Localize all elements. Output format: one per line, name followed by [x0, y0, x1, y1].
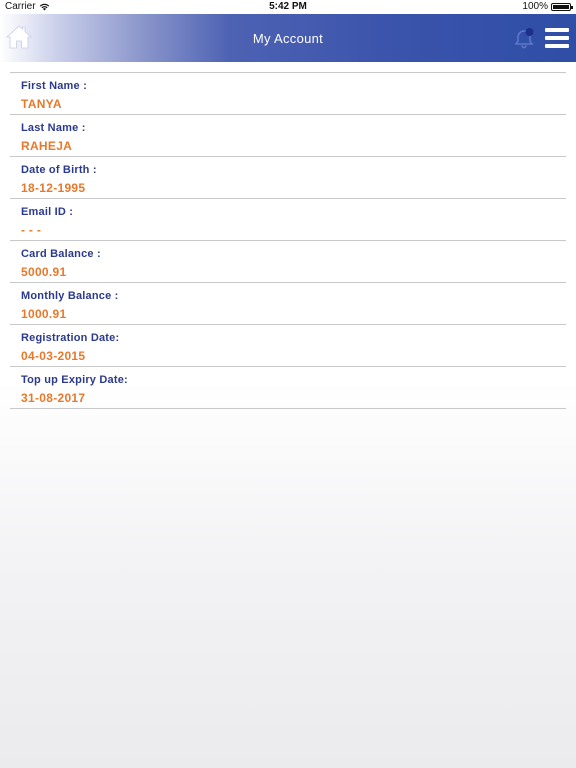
field-email-id: Email ID : - - - — [10, 198, 566, 240]
field-value: 31-08-2017 — [21, 391, 86, 405]
menu-bar — [545, 44, 569, 48]
field-monthly-balance: Monthly Balance : 1000.91 — [10, 282, 566, 324]
field-label: Email ID : — [21, 206, 74, 218]
field-last-name: Last Name : RAHEJA — [10, 114, 566, 156]
app-header: My Account — [0, 14, 576, 62]
field-label: Monthly Balance : — [21, 290, 119, 302]
field-date-of-birth: Date of Birth : 18-12-1995 — [10, 156, 566, 198]
field-label: Registration Date: — [21, 332, 120, 344]
field-first-name: First Name : TANYA — [10, 72, 566, 114]
battery-icon — [551, 2, 573, 11]
field-top-up-expiry-date: Top up Expiry Date: 31-08-2017 — [10, 366, 566, 409]
status-right: 100% — [522, 1, 573, 12]
status-bar: Carrier 5:42 PM 100% — [0, 0, 576, 14]
field-registration-date: Registration Date: 04-03-2015 — [10, 324, 566, 366]
field-value: 1000.91 — [21, 307, 67, 321]
menu-bar — [545, 36, 569, 40]
battery-percent: 100% — [522, 1, 548, 12]
page-title: My Account — [252, 31, 324, 46]
field-value: 04-03-2015 — [21, 349, 86, 363]
field-label: Top up Expiry Date: — [21, 374, 128, 386]
field-value: 18-12-1995 — [21, 181, 86, 195]
field-label: Last Name : — [21, 122, 86, 134]
field-value: RAHEJA — [21, 139, 73, 153]
field-value: TANYA — [21, 97, 62, 111]
field-label: Card Balance : — [21, 248, 101, 260]
menu-button[interactable] — [545, 26, 571, 50]
status-time: 5:42 PM — [269, 1, 307, 12]
field-card-balance: Card Balance : 5000.91 — [10, 240, 566, 282]
field-label: Date of Birth : — [21, 164, 97, 176]
account-details-list: First Name : TANYA Last Name : RAHEJA Da… — [10, 72, 566, 409]
field-label: First Name : — [21, 80, 87, 92]
field-value: 5000.91 — [21, 265, 67, 279]
menu-bar — [545, 28, 569, 32]
bell-icon[interactable] — [512, 26, 536, 50]
field-value: - - - — [21, 223, 42, 237]
